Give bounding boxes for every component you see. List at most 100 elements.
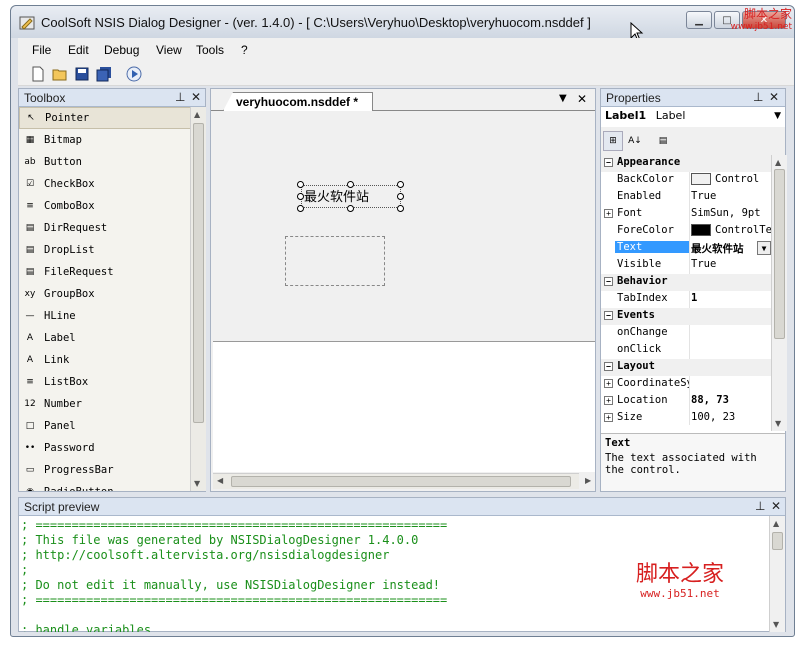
- property-row[interactable]: ForeColor ControlText: [601, 223, 771, 240]
- property-row[interactable]: BackColor Control: [601, 172, 771, 189]
- scroll-right-icon[interactable]: ▶: [585, 476, 591, 485]
- property-value[interactable]: SimSun, 9pt: [691, 207, 771, 219]
- property-category[interactable]: − Appearance: [601, 155, 771, 172]
- toolbox-item-groupbox[interactable]: xy GroupBox: [19, 283, 191, 305]
- property-value[interactable]: 1: [691, 292, 771, 304]
- chevron-down-icon[interactable]: ▼: [757, 241, 771, 255]
- resize-handle[interactable]: [397, 193, 404, 200]
- collapse-icon[interactable]: −: [604, 277, 613, 286]
- resize-handle[interactable]: [347, 181, 354, 188]
- pin-icon[interactable]: ⊥: [175, 90, 185, 104]
- scroll-thumb[interactable]: [774, 169, 785, 339]
- object-selector[interactable]: Label1 Label ▼: [601, 107, 785, 127]
- toolbox-item-progressbar[interactable]: ▭ ProgressBar: [19, 459, 191, 481]
- property-value[interactable]: 100, 23: [691, 411, 771, 423]
- property-value[interactable]: Control: [691, 173, 771, 185]
- property-row[interactable]: onChange: [601, 325, 771, 342]
- script-scrollbar[interactable]: ▲ ▼: [769, 516, 785, 632]
- close-tab-icon[interactable]: ✕: [577, 92, 587, 106]
- collapse-icon[interactable]: −: [604, 362, 613, 371]
- property-pages-icon[interactable]: ▤: [653, 131, 673, 151]
- menu-view[interactable]: View: [156, 43, 182, 57]
- scroll-down-icon[interactable]: ▼: [775, 419, 781, 428]
- property-row[interactable]: TabIndex 1: [601, 291, 771, 308]
- resize-handle[interactable]: [297, 181, 304, 188]
- properties-scrollbar[interactable]: ▲ ▼: [771, 155, 787, 431]
- property-value[interactable]: ControlText: [691, 224, 771, 236]
- scroll-up-icon[interactable]: ▲: [773, 519, 779, 528]
- property-row[interactable]: Enabled True: [601, 189, 771, 206]
- document-hscrollbar[interactable]: ◀ ▶: [213, 473, 591, 489]
- close-icon[interactable]: ✕: [769, 90, 779, 104]
- dialog-form[interactable]: 最火软件站: [213, 112, 595, 342]
- tab-veryhuocom[interactable]: veryhuocom.nsddef *: [223, 92, 373, 111]
- menu-debug[interactable]: Debug: [104, 43, 139, 57]
- property-value[interactable]: True: [691, 258, 771, 270]
- property-row[interactable]: Text 最火软件站 ▼: [601, 240, 771, 257]
- scroll-up-icon[interactable]: ▲: [775, 158, 781, 167]
- menu-edit[interactable]: Edit: [68, 43, 89, 57]
- pin-icon[interactable]: ⊥: [755, 499, 765, 513]
- open-folder-icon[interactable]: [52, 66, 68, 82]
- expand-icon[interactable]: +: [604, 413, 613, 422]
- menu-help[interactable]: ?: [241, 43, 248, 57]
- toolbox-item-pointer[interactable]: ↖ Pointer: [19, 107, 191, 129]
- toolbox-item-droplist[interactable]: ▤ DropList: [19, 239, 191, 261]
- property-category[interactable]: − Events: [601, 308, 771, 325]
- resize-handle[interactable]: [347, 205, 354, 212]
- property-row[interactable]: + Size 100, 23: [601, 410, 771, 425]
- toolbox-item-filerequest[interactable]: ▤ FileRequest: [19, 261, 191, 283]
- toolbox-item-combobox[interactable]: ≡ ComboBox: [19, 195, 191, 217]
- toolbox-item-number[interactable]: 12 Number: [19, 393, 191, 415]
- save-icon[interactable]: [74, 66, 90, 82]
- toolbox-item-button[interactable]: ab Button: [19, 151, 191, 173]
- toolbox-item-label[interactable]: A Label: [19, 327, 191, 349]
- close-icon[interactable]: ✕: [771, 499, 781, 513]
- alphabetical-sort-icon[interactable]: A↓: [625, 131, 645, 151]
- minimize-button[interactable]: ▁: [686, 11, 712, 29]
- collapse-icon[interactable]: −: [604, 158, 613, 167]
- chevron-down-icon[interactable]: ▼: [774, 111, 781, 121]
- toolbox-item-password[interactable]: •• Password: [19, 437, 191, 459]
- property-category[interactable]: − Behavior: [601, 274, 771, 291]
- menu-tools[interactable]: Tools: [196, 43, 224, 57]
- menu-file[interactable]: File: [32, 43, 51, 57]
- toolbox-scrollbar[interactable]: ▲ ▼: [190, 107, 206, 491]
- collapse-icon[interactable]: −: [604, 311, 613, 320]
- panel-control[interactable]: [285, 236, 385, 286]
- run-preview-icon[interactable]: [126, 66, 142, 82]
- property-row[interactable]: + Location 88, 73: [601, 393, 771, 410]
- pin-icon[interactable]: ⊥: [753, 90, 763, 104]
- toolbox-item-hline[interactable]: — HLine: [19, 305, 191, 327]
- toolbox-item-radiobutton[interactable]: ◉ RadioButton: [19, 481, 191, 491]
- resize-handle[interactable]: [297, 205, 304, 212]
- toolbox-item-checkbox[interactable]: ☑ CheckBox: [19, 173, 191, 195]
- property-category[interactable]: − Layout: [601, 359, 771, 376]
- close-icon[interactable]: ✕: [191, 90, 201, 104]
- scroll-thumb[interactable]: [772, 532, 783, 550]
- property-row[interactable]: + CoordinateSystem: [601, 376, 771, 393]
- scroll-down-icon[interactable]: ▼: [194, 479, 200, 488]
- scroll-thumb[interactable]: [193, 123, 204, 423]
- categorized-icon[interactable]: ⊞: [603, 131, 623, 151]
- toolbox-item-listbox[interactable]: ≡ ListBox: [19, 371, 191, 393]
- expand-icon[interactable]: +: [604, 209, 613, 218]
- expand-icon[interactable]: +: [604, 379, 613, 388]
- scroll-up-icon[interactable]: ▲: [194, 110, 200, 119]
- toolbox-item-panel[interactable]: □ Panel: [19, 415, 191, 437]
- property-value[interactable]: 88, 73: [691, 394, 771, 406]
- tab-dropdown-icon[interactable]: ▼: [559, 93, 567, 104]
- scroll-thumb[interactable]: [231, 476, 571, 487]
- property-value[interactable]: True: [691, 190, 771, 202]
- toolbox-item-bitmap[interactable]: ▦ Bitmap: [19, 129, 191, 151]
- expand-icon[interactable]: +: [604, 396, 613, 405]
- new-file-icon[interactable]: [30, 66, 46, 82]
- resize-handle[interactable]: [397, 181, 404, 188]
- property-row[interactable]: + Font SimSun, 9pt: [601, 206, 771, 223]
- resize-handle[interactable]: [297, 193, 304, 200]
- toolbox-item-dirrequest[interactable]: ▤ DirRequest: [19, 217, 191, 239]
- scroll-down-icon[interactable]: ▼: [773, 620, 779, 629]
- save-all-icon[interactable]: [96, 66, 112, 82]
- property-row[interactable]: Visible True: [601, 257, 771, 274]
- toolbox-item-link[interactable]: A Link: [19, 349, 191, 371]
